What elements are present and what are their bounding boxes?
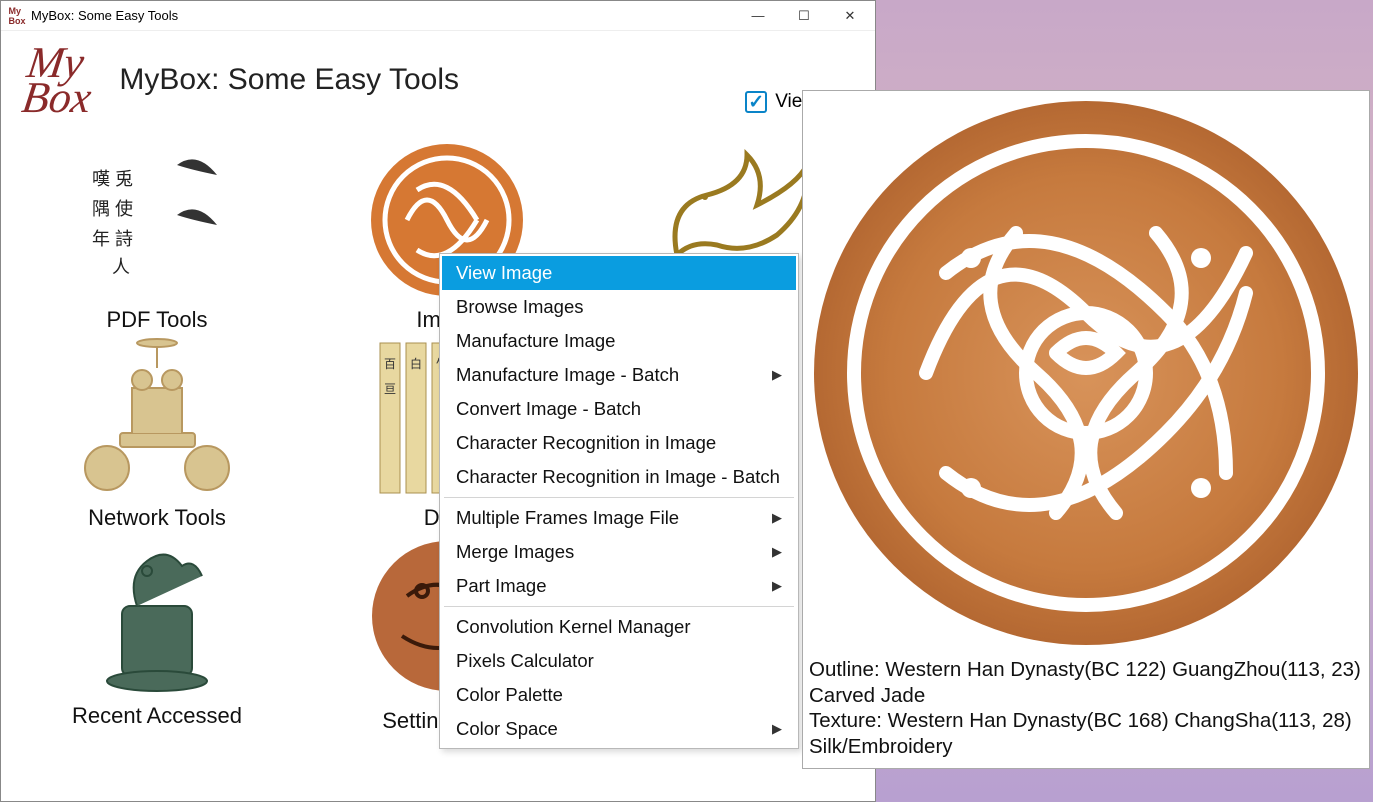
- menu-item-label: Color Space: [456, 718, 558, 740]
- tile-pdf-tools[interactable]: 嘆 兎 隅 使 年 詩 人 PDF Tools: [17, 135, 297, 333]
- menu-item-character-recognition-in-image[interactable]: Character Recognition in Image: [442, 426, 796, 460]
- menu-item-part-image[interactable]: Part Image ▶: [442, 569, 796, 603]
- menu-item-convert-image-batch[interactable]: Convert Image - Batch: [442, 392, 796, 426]
- menu-item-label: Convert Image - Batch: [456, 398, 641, 420]
- menu-item-browse-images[interactable]: Browse Images: [442, 290, 796, 324]
- recent-accessed-icon: [87, 536, 227, 696]
- tile-label: PDF Tools: [106, 307, 207, 333]
- image-context-menu: View Image Browse Images Manufacture Image…: [439, 253, 799, 749]
- tile-label: Network Tools: [88, 505, 226, 531]
- svg-text:年 詩: 年 詩: [92, 229, 133, 249]
- svg-text:人: 人: [112, 257, 130, 277]
- menu-item-multiple-frames-image-file[interactable]: Multiple Frames Image File ▶: [442, 501, 796, 535]
- tile-recent-accessed[interactable]: Recent Accessed: [17, 531, 297, 735]
- close-button[interactable]: ✕: [827, 1, 873, 31]
- app-icon: MyBox: [9, 8, 25, 24]
- menu-item-color-space[interactable]: Color Space ▶: [442, 712, 796, 746]
- submenu-arrow-icon: ▶: [772, 578, 782, 594]
- popup-caption-line1: Outline: Western Han Dynasty(BC 122) Gua…: [809, 657, 1363, 708]
- menu-item-manufacture-image-batch[interactable]: Manufacture Image - Batch ▶: [442, 358, 796, 392]
- menu-item-label: Merge Images: [456, 541, 574, 563]
- menu-item-label: Convolution Kernel Manager: [456, 616, 690, 638]
- menu-item-label: Multiple Frames Image File: [456, 507, 679, 529]
- menu-item-label: Browse Images: [456, 296, 584, 318]
- window-title: MyBox: Some Easy Tools: [31, 8, 178, 23]
- menu-item-label: Character Recognition in Image: [456, 432, 716, 454]
- menu-separator: [444, 497, 794, 498]
- menu-item-color-palette[interactable]: Color Palette: [442, 678, 796, 712]
- view-image-checkbox[interactable]: ✓: [745, 91, 767, 113]
- svg-text:白: 白: [410, 356, 422, 371]
- menu-item-pixels-calculator[interactable]: Pixels Calculator: [442, 644, 796, 678]
- menu-separator: [444, 606, 794, 607]
- app-logo: MyBox: [11, 41, 106, 119]
- submenu-arrow-icon: ▶: [772, 367, 782, 383]
- preview-image: [806, 93, 1366, 653]
- svg-text:百: 百: [384, 357, 396, 371]
- submenu-arrow-icon: ▶: [772, 510, 782, 526]
- menu-item-label: Manufacture Image: [456, 330, 615, 352]
- menu-item-label: Character Recognition in Image - Batch: [456, 466, 780, 488]
- svg-text:隅 使: 隅 使: [92, 199, 133, 219]
- page-title: MyBox: Some Easy Tools: [119, 63, 459, 97]
- maximize-button[interactable]: ☐: [781, 1, 827, 31]
- titlebar: MyBox MyBox: Some Easy Tools — ☐ ✕: [1, 1, 875, 31]
- image-preview-popup: Outline: Western Han Dynasty(BC 122) Gua…: [802, 90, 1370, 769]
- tile-network-tools[interactable]: Network Tools: [17, 333, 297, 531]
- submenu-arrow-icon: ▶: [772, 544, 782, 560]
- menu-item-manufacture-image[interactable]: Manufacture Image: [442, 324, 796, 358]
- menu-item-label: View Image: [456, 262, 552, 284]
- menu-item-label: Part Image: [456, 575, 547, 597]
- minimize-button[interactable]: —: [735, 1, 781, 31]
- menu-item-merge-images[interactable]: Merge Images ▶: [442, 535, 796, 569]
- menu-item-label: Color Palette: [456, 684, 563, 706]
- pdf-tools-icon: 嘆 兎 隅 使 年 詩 人: [82, 145, 232, 295]
- svg-text:亘: 亘: [384, 382, 396, 396]
- submenu-arrow-icon: ▶: [772, 721, 782, 737]
- menu-item-character-recognition-in-image-batch[interactable]: Character Recognition in Image - Batch: [442, 460, 796, 494]
- tile-label: Recent Accessed: [72, 703, 242, 729]
- menu-item-view-image[interactable]: View Image: [442, 256, 796, 290]
- svg-text:嘆 兎: 嘆 兎: [92, 169, 133, 189]
- network-tools-icon: [72, 338, 242, 498]
- popup-caption-line2: Texture: Western Han Dynasty(BC 168) Cha…: [809, 708, 1363, 759]
- menu-item-convolution-kernel-manager[interactable]: Convolution Kernel Manager: [442, 610, 796, 644]
- menu-item-label: Pixels Calculator: [456, 650, 594, 672]
- menu-item-label: Manufacture Image - Batch: [456, 364, 679, 386]
